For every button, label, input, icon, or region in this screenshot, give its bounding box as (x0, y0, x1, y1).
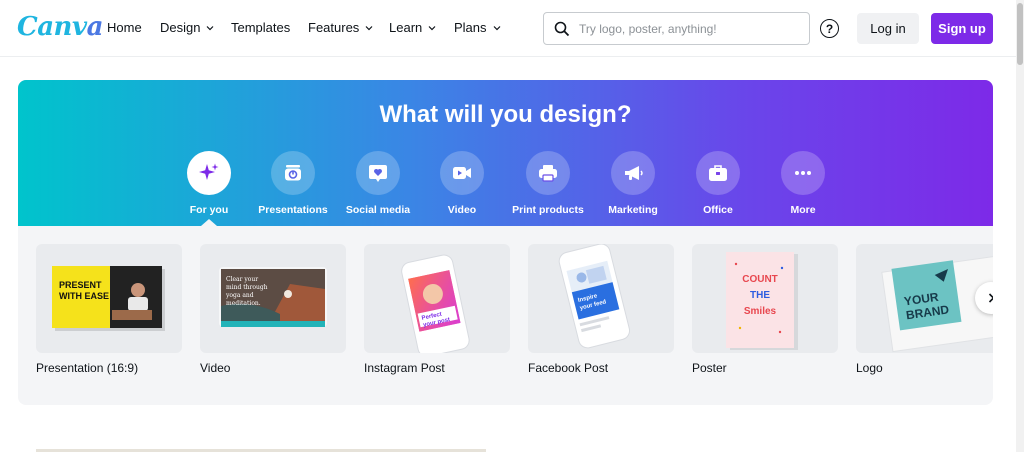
search-input[interactable] (579, 21, 789, 36)
chevron-right-icon (988, 293, 993, 303)
chevron-down-icon (365, 25, 373, 30)
thumb-text-line: COUNT (742, 274, 778, 285)
facebook-thumbnail-image: Inspire your feed (558, 244, 631, 349)
login-button[interactable]: Log in (857, 13, 919, 44)
top-navigation: Canva Home Design Templates Features Lea… (0, 0, 1020, 57)
category-label: More (790, 204, 816, 216)
template-label: Presentation (16:9) (36, 361, 139, 375)
template-poster[interactable]: COUNT THE Smiles Poster (692, 244, 838, 375)
template-video[interactable]: Clear your mind through yoga and meditat… (200, 244, 346, 375)
scrollbar-thumb[interactable] (1017, 3, 1023, 65)
thumb-text-line: WITH EASE (59, 291, 109, 301)
thumb-text-line: PRESENT (59, 280, 102, 290)
nav-plans[interactable]: Plans (454, 20, 502, 35)
template-label: Facebook Post (528, 361, 609, 375)
logo-thumbnail-image: YOUR BRAND (881, 253, 993, 353)
megaphone-icon (625, 166, 643, 180)
signup-button[interactable]: Sign up (931, 13, 993, 44)
template-label: Logo (856, 361, 883, 375)
hero-banner: What will you design? For you Presentati… (18, 80, 993, 226)
template-thumbnail: Inspire your feed (528, 244, 674, 353)
search-box[interactable] (543, 12, 810, 45)
category-label: Video (447, 204, 477, 216)
design-picker-card: What will you design? For you Presentati… (18, 80, 993, 405)
more-icon (795, 171, 811, 175)
template-thumbnail: Clear your mind through yoga and meditat… (200, 244, 346, 353)
video-camera-icon (453, 167, 471, 179)
category-more[interactable]: More (753, 151, 853, 216)
template-logo[interactable]: YOUR BRAND Logo (856, 244, 993, 375)
scrollbar-track[interactable] (1016, 0, 1024, 452)
category-video[interactable]: Video (412, 151, 512, 216)
sparkle-icon (199, 163, 219, 180)
chevron-down-icon (428, 25, 436, 30)
video-thumbnail-image: Clear your mind through yoga and meditat… (219, 267, 327, 327)
chevron-down-icon (207, 25, 214, 30)
nav-learn[interactable]: Learn (389, 20, 437, 35)
template-label: Video (200, 361, 231, 375)
thumb-text-line: Smiles (744, 306, 777, 317)
template-thumbnail: PRESENT WITH EASE (36, 244, 182, 353)
template-facebook-post[interactable]: Inspire your feed Facebook Post (528, 244, 674, 375)
thumb-text-line: meditation. (226, 300, 261, 307)
thumb-text-line: yoga and (225, 292, 254, 299)
search-icon (554, 21, 570, 36)
briefcase-icon (709, 165, 727, 181)
template-label: Instagram Post (364, 361, 445, 375)
instagram-thumbnail-image: Perfect your post (401, 254, 470, 353)
nav-home[interactable]: Home (107, 20, 142, 35)
canva-logo[interactable]: Canva (17, 12, 103, 42)
heart-chat-icon (369, 165, 387, 182)
nav-design[interactable]: Design (160, 20, 215, 35)
chevron-down-icon (493, 25, 500, 30)
nav-features[interactable]: Features (308, 20, 374, 35)
presentation-thumbnail-image: PRESENT WITH EASE (52, 266, 165, 331)
nav-templates[interactable]: Templates (231, 20, 290, 35)
template-thumbnail: COUNT THE Smiles (692, 244, 838, 353)
thumb-text-line: Clear your (226, 276, 258, 283)
help-icon[interactable]: ? (820, 19, 839, 38)
template-thumbnail: Perfect your post (364, 244, 510, 353)
template-presentation[interactable]: PRESENT WITH EASE Presentation (16:9) (36, 244, 182, 375)
hero-title: What will you design? (379, 101, 632, 128)
presentation-icon (285, 165, 301, 181)
thumb-text-line: THE (750, 290, 770, 301)
template-thumbnail: YOUR BRAND (856, 244, 993, 353)
poster-thumbnail-image: COUNT THE Smiles (726, 252, 798, 350)
template-instagram-post[interactable]: Perfect your post Instagram Post (364, 244, 510, 375)
template-label: Poster (692, 361, 727, 375)
active-category-pointer (201, 219, 217, 226)
printer-icon (539, 165, 557, 182)
thumb-text-line: mind through (226, 284, 268, 291)
